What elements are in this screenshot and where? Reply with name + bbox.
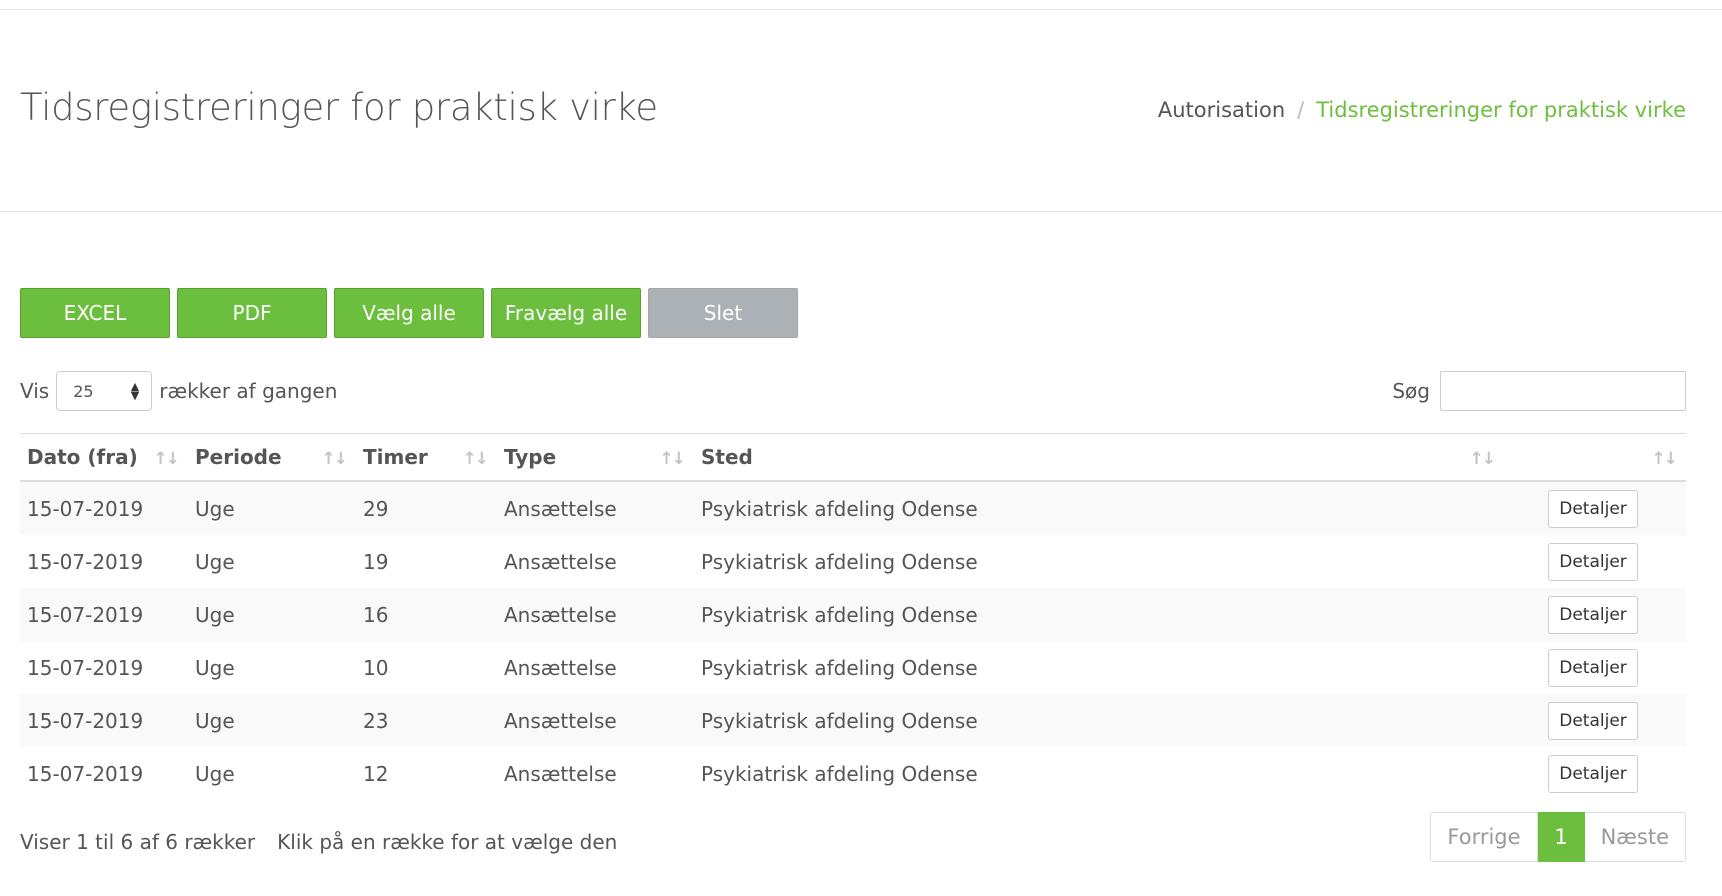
table-row[interactable]: 15-07-2019 Uge 12 Ansættelse Psykiatrisk… bbox=[20, 747, 1686, 800]
cell-hours: 16 bbox=[363, 602, 389, 627]
cell-period: Uge bbox=[195, 549, 235, 574]
pagination: Forrige 1 Næste bbox=[1430, 812, 1686, 862]
cell-type: Ansættelse bbox=[504, 761, 617, 786]
cell-hours: 29 bbox=[363, 496, 389, 521]
registrations-table: Dato (fra) ↑↓ Periode ↑↓ Timer ↑↓ Type ↑↓ St… bbox=[20, 433, 1686, 800]
select-arrows-icon: ▲ ▼ bbox=[130, 380, 140, 402]
cell-type: Ansættelse bbox=[504, 549, 617, 574]
page-length-value: 25 bbox=[73, 381, 94, 401]
cell-period: Uge bbox=[195, 602, 235, 627]
cell-place: Psykiatrisk afdeling Odense bbox=[701, 496, 978, 521]
cell-period: Uge bbox=[195, 496, 235, 521]
breadcrumb-parent-link[interactable]: Autorisation bbox=[1158, 98, 1285, 122]
page-length-control: Vis 25 ▲ ▼ rækker af gangen bbox=[20, 371, 337, 411]
cell-type: Ansættelse bbox=[504, 602, 617, 627]
table-row[interactable]: 15-07-2019 Uge 29 Ansættelse Psykiatrisk… bbox=[20, 481, 1686, 535]
cell-hours: 23 bbox=[363, 708, 389, 733]
search-input[interactable] bbox=[1440, 371, 1686, 411]
column-header-date[interactable]: Dato (fra) ↑↓ bbox=[20, 433, 188, 482]
row-count-info: Viser 1 til 6 af 6 rækker bbox=[20, 830, 256, 854]
cell-place: Psykiatrisk afdeling Odense bbox=[701, 655, 978, 680]
table-row[interactable]: 15-07-2019 Uge 10 Ansættelse Psykiatrisk… bbox=[20, 641, 1686, 694]
delete-button[interactable]: Slet bbox=[648, 288, 798, 338]
column-header-place[interactable]: Sted ↑↓ bbox=[694, 433, 1504, 482]
details-button[interactable]: Detaljer bbox=[1548, 542, 1638, 581]
breadcrumb-current: Tidsregistreringer for praktisk virke bbox=[1316, 98, 1686, 122]
cell-date: 15-07-2019 bbox=[27, 496, 144, 521]
excel-export-button[interactable]: EXCEL bbox=[20, 288, 170, 338]
deselect-all-button[interactable]: Fravælg alle bbox=[491, 288, 641, 338]
column-header-period[interactable]: Periode ↑↓ bbox=[188, 433, 356, 482]
details-button[interactable]: Detaljer bbox=[1548, 648, 1638, 687]
cell-action: Detaljer bbox=[1504, 535, 1686, 588]
details-button[interactable]: Detaljer bbox=[1548, 489, 1638, 528]
length-suffix-label: rækker af gangen bbox=[159, 379, 338, 403]
sort-icon: ↑↓ bbox=[1469, 449, 1496, 469]
cell-type: Ansættelse bbox=[504, 655, 617, 680]
cell-date: 15-07-2019 bbox=[27, 708, 144, 733]
sort-icon: ↑↓ bbox=[153, 449, 180, 469]
cell-place: Psykiatrisk afdeling Odense bbox=[701, 708, 978, 733]
sort-icon: ↑↓ bbox=[659, 449, 686, 469]
top-divider bbox=[0, 9, 1722, 10]
column-header-type[interactable]: Type ↑↓ bbox=[497, 433, 694, 482]
breadcrumb: Autorisation / Tidsregistreringer for prak… bbox=[1158, 98, 1686, 122]
previous-page-button[interactable]: Forrige bbox=[1430, 812, 1538, 862]
next-page-button[interactable]: Næste bbox=[1584, 812, 1686, 862]
cell-hours: 19 bbox=[363, 549, 389, 574]
cell-place: Psykiatrisk afdeling Odense bbox=[701, 549, 978, 574]
cell-action: Detaljer bbox=[1504, 694, 1686, 747]
details-button[interactable]: Detaljer bbox=[1548, 754, 1638, 793]
cell-action: Detaljer bbox=[1504, 747, 1686, 800]
search-control: Søg bbox=[1392, 371, 1686, 411]
sort-icon: ↑↓ bbox=[462, 449, 489, 469]
length-prefix-label: Vis bbox=[20, 379, 50, 403]
current-page-button[interactable]: 1 bbox=[1537, 812, 1585, 862]
select-row-hint: Klik på en række for at vælge den bbox=[277, 830, 618, 854]
cell-type: Ansættelse bbox=[504, 496, 617, 521]
cell-hours: 12 bbox=[363, 761, 389, 786]
table-header-row: Dato (fra) ↑↓ Periode ↑↓ Timer ↑↓ Type ↑↓ St… bbox=[20, 433, 1686, 482]
cell-action: Detaljer bbox=[1504, 641, 1686, 694]
cell-place: Psykiatrisk afdeling Odense bbox=[701, 761, 978, 786]
sort-icon: ↑↓ bbox=[321, 449, 348, 469]
page-length-select[interactable]: 25 ▲ ▼ bbox=[56, 371, 153, 411]
cell-action: Detaljer bbox=[1504, 481, 1686, 535]
breadcrumb-separator: / bbox=[1297, 98, 1305, 122]
table-row[interactable]: 15-07-2019 Uge 23 Ansættelse Psykiatrisk… bbox=[20, 694, 1686, 747]
table-info: Viser 1 til 6 af 6 rækker Klik på en rækk… bbox=[20, 830, 617, 854]
details-button[interactable]: Detaljer bbox=[1548, 595, 1638, 634]
cell-hours: 10 bbox=[363, 655, 389, 680]
table-row[interactable]: 15-07-2019 Uge 19 Ansættelse Psykiatrisk… bbox=[20, 535, 1686, 588]
cell-date: 15-07-2019 bbox=[27, 761, 144, 786]
select-all-button[interactable]: Vælg alle bbox=[334, 288, 484, 338]
cell-place: Psykiatrisk afdeling Odense bbox=[701, 602, 978, 627]
cell-date: 15-07-2019 bbox=[27, 602, 144, 627]
cell-type: Ansættelse bbox=[504, 708, 617, 733]
cell-period: Uge bbox=[195, 655, 235, 680]
table-row[interactable]: 15-07-2019 Uge 16 Ansættelse Psykiatrisk… bbox=[20, 588, 1686, 641]
details-button[interactable]: Detaljer bbox=[1548, 701, 1638, 740]
column-header-hours[interactable]: Timer ↑↓ bbox=[356, 433, 497, 482]
cell-action: Detaljer bbox=[1504, 588, 1686, 641]
page-title: Tidsregistreringer for praktisk virke bbox=[20, 86, 658, 129]
pdf-export-button[interactable]: PDF bbox=[177, 288, 327, 338]
cell-date: 15-07-2019 bbox=[27, 549, 144, 574]
cell-period: Uge bbox=[195, 708, 235, 733]
cell-date: 15-07-2019 bbox=[27, 655, 144, 680]
column-header-actions[interactable]: ↑↓ bbox=[1504, 433, 1686, 482]
search-label: Søg bbox=[1392, 379, 1430, 403]
cell-period: Uge bbox=[195, 761, 235, 786]
header-divider bbox=[0, 211, 1722, 212]
toolbar: EXCEL PDF Vælg alle Fravælg alle Slet bbox=[20, 288, 805, 338]
sort-icon: ↑↓ bbox=[1651, 449, 1678, 469]
